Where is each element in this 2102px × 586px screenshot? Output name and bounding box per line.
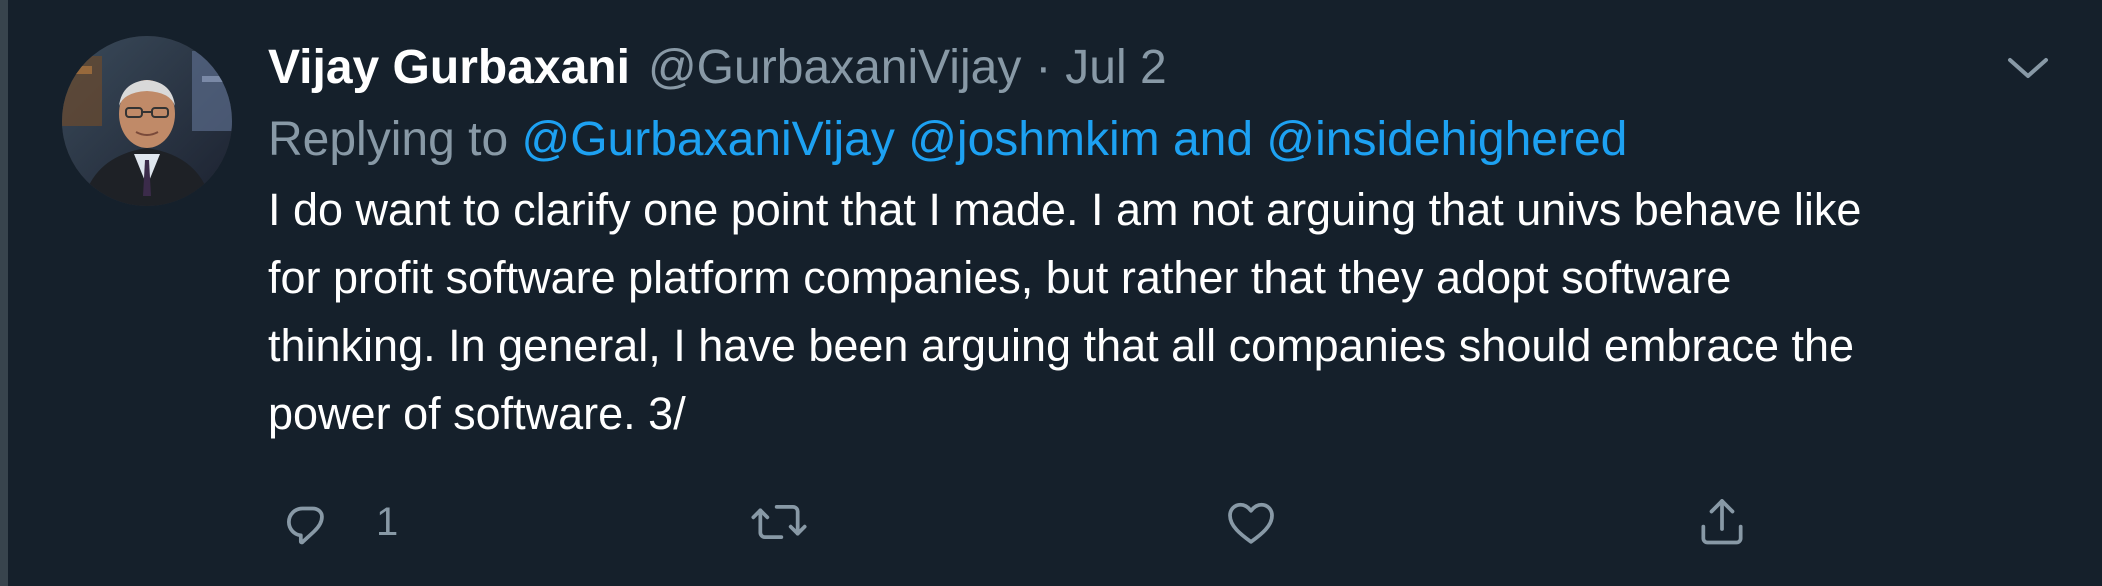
mention-link[interactable]: @joshmkim [908,112,1159,167]
separator-dot: · [1035,40,1052,94]
mention-link[interactable]: @insidehighered [1266,112,1627,167]
heart-icon [1222,494,1280,550]
tweet-text-line: I do want to clarify one point that I ma… [268,184,1862,235]
like-button[interactable] [1222,486,1320,558]
mention-joiner[interactable]: and [1173,112,1253,167]
share-icon [1694,494,1750,550]
tweet-header: Vijay Gurbaxani @GurbaxaniVijay · Jul 2 [268,30,2048,104]
avatar[interactable] [62,36,232,206]
tweet-text-line: for profit software platform companies, … [268,252,1732,303]
tweet-text-line: power of software. 3/ [268,388,686,439]
display-name[interactable]: Vijay Gurbaxani [268,40,630,95]
replying-prefix: Replying to [268,112,509,166]
reply-button[interactable]: 1 [280,486,398,558]
retweet-button[interactable] [748,486,850,558]
replying-to: Replying to @GurbaxaniVijay @joshmkim an… [268,104,2048,174]
reply-count: 1 [376,499,399,544]
retweet-icon [748,494,810,550]
tweet-card[interactable]: Vijay Gurbaxani @GurbaxaniVijay · Jul 2 … [8,0,2102,586]
user-handle[interactable]: @GurbaxaniVijay [648,40,1021,95]
tweet-text: I do want to clarify one point that I ma… [268,176,2068,448]
tweet-text-line: thinking. In general, I have been arguin… [268,320,1855,371]
share-button[interactable] [1694,486,1750,558]
tweet-date[interactable]: Jul 2 [1065,40,1166,95]
reply-icon [280,494,336,550]
tweet-actions: 1 [270,486,1870,558]
mention-link[interactable]: @GurbaxaniVijay [521,112,894,167]
left-border [0,0,8,586]
tweet-content: Vijay Gurbaxani @GurbaxaniVijay · Jul 2 … [268,30,2048,448]
